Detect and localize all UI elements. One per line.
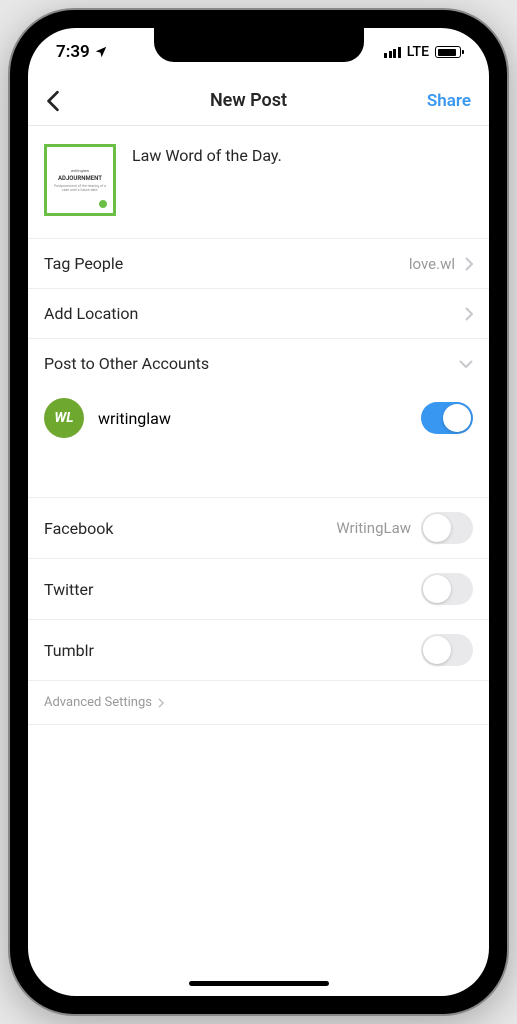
chevron-down-icon	[459, 360, 473, 368]
post-other-accounts-label: Post to Other Accounts	[44, 354, 209, 373]
share-tumblr-row: Tumblr	[28, 620, 489, 681]
status-time: 7:39	[56, 42, 90, 62]
tumblr-toggle[interactable]	[421, 634, 473, 666]
home-indicator[interactable]	[189, 981, 329, 986]
twitter-toggle[interactable]	[421, 573, 473, 605]
avatar: WL	[44, 398, 84, 438]
account-row: WL writinglaw	[28, 388, 489, 454]
share-facebook-row: Facebook WritingLaw	[28, 498, 489, 559]
account-toggle[interactable]	[421, 402, 473, 434]
tag-people-label: Tag People	[44, 254, 123, 273]
signal-icon	[384, 47, 401, 58]
facebook-toggle[interactable]	[421, 512, 473, 544]
chevron-right-icon	[465, 307, 473, 321]
navigation-bar: New Post Share	[28, 76, 489, 126]
share-facebook-value: WritingLaw	[336, 519, 411, 537]
share-twitter-row: Twitter	[28, 559, 489, 620]
location-arrow-icon	[94, 45, 108, 59]
share-tumblr-label: Tumblr	[44, 641, 94, 660]
network-label: LTE	[407, 44, 429, 60]
account-username: writinglaw	[98, 409, 171, 428]
advanced-settings-row[interactable]: Advanced Settings	[28, 681, 489, 725]
share-facebook-label: Facebook	[44, 519, 113, 538]
tag-people-row[interactable]: Tag People love.wl	[28, 239, 489, 289]
share-button[interactable]: Share	[411, 91, 471, 111]
tag-people-value: love.wl	[409, 255, 455, 273]
add-location-row[interactable]: Add Location	[28, 289, 489, 339]
advanced-settings-label: Advanced Settings	[44, 695, 152, 710]
caption-row: writinglaw ADJOURNMENT Postponement of t…	[28, 126, 489, 239]
back-button[interactable]	[46, 90, 86, 112]
share-twitter-label: Twitter	[44, 580, 93, 599]
chevron-left-icon	[46, 90, 60, 112]
page-title: New Post	[210, 90, 287, 111]
battery-icon	[435, 46, 461, 58]
caption-input[interactable]: Law Word of the Day.	[132, 144, 282, 165]
add-location-label: Add Location	[44, 304, 138, 323]
chevron-right-icon	[465, 257, 473, 271]
chevron-right-icon	[158, 698, 164, 708]
post-other-accounts-row[interactable]: Post to Other Accounts	[28, 339, 489, 388]
post-thumbnail[interactable]: writinglaw ADJOURNMENT Postponement of t…	[44, 144, 116, 216]
